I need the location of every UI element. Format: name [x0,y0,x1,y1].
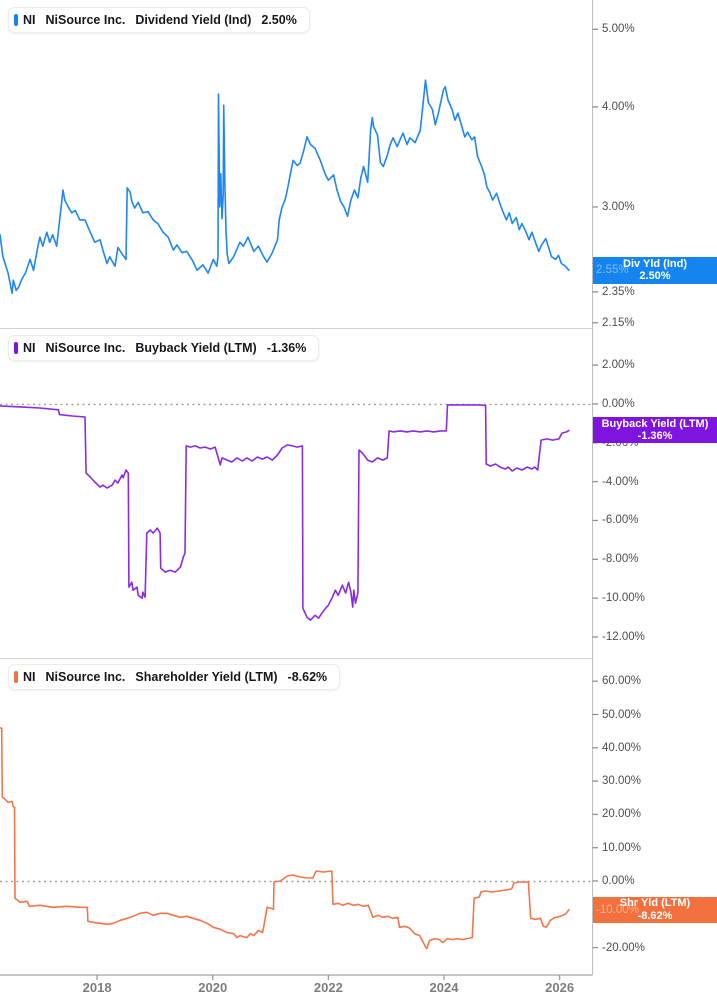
y-axis-tick-label: 20.00% [602,808,642,821]
legend-pill-dividend-yield[interactable]: NI NiSource Inc. Dividend Yield (Ind) 2.… [8,7,310,33]
y-axis-tick-label: -10.00% [602,592,645,605]
y-axis-tick-label: 30.00% [602,775,642,788]
x-axis-tick-label: 2018 [82,980,112,995]
y-axis-tick-label: 4.00% [602,100,635,113]
chart-stage: NI NiSource Inc. Dividend Yield (Ind) 2.… [0,0,717,1005]
y-axis-tick-label: 2.35% [602,285,635,298]
y-axis-tick-label: 2.00% [602,359,635,372]
legend-color-bar [14,671,18,683]
x-axis-tick-label: 2026 [545,980,575,995]
y-axis-tick-label: -6.00% [602,514,639,527]
ticker-label: NI [23,13,36,27]
badge-metric-label: Buyback Yield (LTM) [601,417,709,430]
company-label: NiSource Inc. [45,341,126,355]
value-label: -1.36% [266,341,307,355]
hidden-tick-label: -10.00% [596,903,639,916]
y-axis-tick-label: 5.00% [602,23,635,36]
y-axis-tick-label: -12.00% [602,631,645,644]
series-line-1 [0,404,570,621]
company-label: NiSource Inc. [45,670,126,684]
metric-label: Shareholder Yield (LTM) [135,670,278,684]
legend-pill-shareholder-yield[interactable]: NI NiSource Inc. Shareholder Yield (LTM)… [8,664,341,690]
y-axis-tick-label: -4.00% [602,475,639,488]
y-axis-tick-label: 60.00% [602,675,642,688]
hidden-tick-label: 2.55% [596,264,629,277]
ticker-label: NI [23,341,36,355]
axis-badge-shareholder-yield[interactable]: -10.00% Shr Yld (LTM) -8.62% [593,896,717,923]
badge-value-label: -1.36% [637,430,673,443]
y-axis-tick-label: -20.00% [602,941,645,954]
ticker-label: NI [23,670,36,684]
series-line-0 [0,79,570,295]
y-axis-tick-label: 3.00% [602,200,635,213]
metric-label: Dividend Yield (Ind) [135,13,252,27]
metric-label: Buyback Yield (LTM) [135,341,257,355]
axis-badge-dividend-yield[interactable]: 2.55% Div Yld (Ind) 2.50% [593,256,717,284]
value-label: -8.62% [287,670,328,684]
chart-canvas[interactable] [0,0,717,1005]
y-axis-tick-label: 0.00% [602,397,635,410]
x-axis-tick-label: 2024 [429,980,459,995]
series-line-2 [0,726,570,950]
y-axis-tick-label: 0.00% [602,874,635,887]
x-axis-tick-label: 2020 [198,980,228,995]
value-label: 2.50% [261,13,297,27]
x-axis-tick-label: 2022 [313,980,343,995]
company-label: NiSource Inc. [45,13,126,27]
axis-badge-buyback-yield[interactable]: Buyback Yield (LTM) -1.36% [593,417,717,444]
y-axis-tick-label: -8.00% [602,553,639,566]
y-axis-tick-label: 10.00% [602,841,642,854]
y-axis-tick-label: 40.00% [602,741,642,754]
legend-color-bar [14,342,18,354]
legend-pill-buyback-yield[interactable]: NI NiSource Inc. Buyback Yield (LTM) -1.… [8,335,320,361]
y-axis-tick-label: 50.00% [602,708,642,721]
y-axis-tick-label: 2.15% [602,316,635,329]
legend-color-bar [14,14,18,26]
